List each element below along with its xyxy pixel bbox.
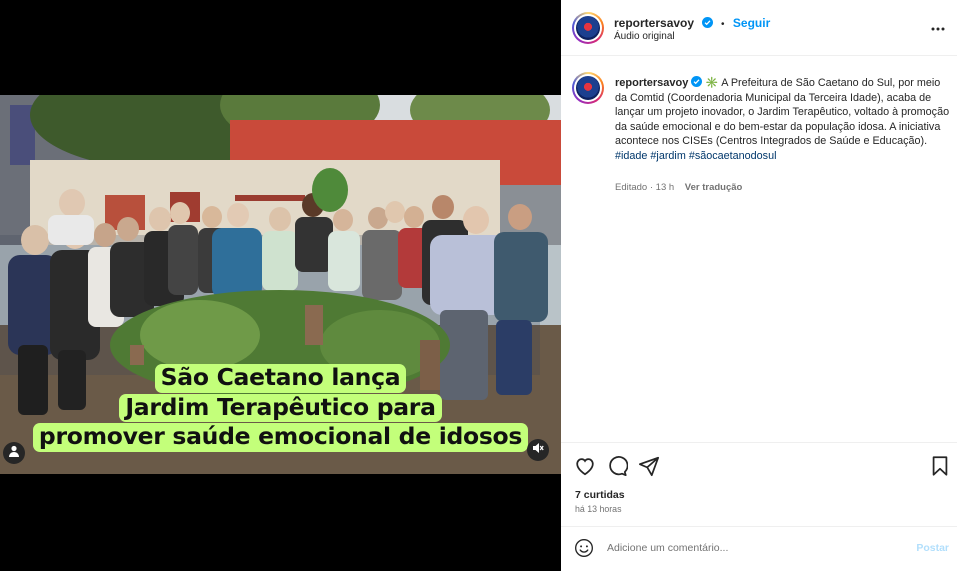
header-separator: • (720, 19, 725, 30)
sparkle-emoji: ✳️ (705, 77, 719, 89)
follow-button[interactable]: Seguir (733, 16, 770, 30)
user-icon (8, 444, 20, 462)
post-time[interactable]: há 13 horas (575, 504, 621, 514)
heart-icon[interactable] (574, 455, 596, 477)
edited-label: Editado · 13 h (615, 182, 675, 193)
hashtags[interactable]: #idade #jardim #sãocaetanodosul (615, 150, 776, 162)
avatar[interactable] (572, 12, 604, 44)
post-caption: reportersavoy ✳️ A Prefeitura de São Cae… (615, 76, 955, 164)
tagged-users-button[interactable] (3, 442, 25, 464)
likes-count[interactable]: 7 curtidas (575, 489, 625, 501)
emoji-picker-icon[interactable] (574, 538, 594, 563)
bookmark-icon[interactable] (929, 455, 951, 477)
post-header: reportersavoy • Seguir Áudio original (561, 0, 957, 56)
comment-input[interactable] (607, 542, 907, 554)
caption-line-3: promover saúde emocional de idosos (32, 423, 529, 452)
caption-line-1: São Caetano lança (154, 364, 407, 393)
verified-badge-icon (701, 15, 713, 28)
post-comment-button[interactable]: Postar (916, 542, 949, 554)
post-caption-section: reportersavoy ✳️ A Prefeitura de São Cae… (561, 57, 957, 443)
share-icon[interactable] (638, 455, 660, 477)
mute-toggle-button[interactable] (527, 439, 549, 461)
caption-avatar[interactable] (572, 72, 604, 104)
video-caption: São Caetano lança Jardim Terapêutico par… (0, 364, 561, 452)
action-bar (561, 455, 957, 477)
caption-username[interactable]: reportersavoy (615, 77, 688, 89)
more-options-button[interactable] (931, 18, 945, 36)
muted-speaker-icon (532, 441, 544, 459)
verified-badge-icon (691, 76, 703, 87)
more-dots-icon (931, 18, 945, 35)
caption-meta: Editado · 13 h Ver tradução (615, 182, 750, 193)
comment-box: Postar (561, 526, 957, 571)
header-user-line: reportersavoy • Seguir (614, 14, 770, 32)
translate-link[interactable]: Ver tradução (685, 182, 743, 193)
audio-label[interactable]: Áudio original (614, 31, 675, 42)
post-side-panel: reportersavoy • Seguir Áudio original re… (561, 0, 957, 571)
header-username[interactable]: reportersavoy (614, 16, 694, 30)
comment-icon[interactable] (606, 455, 629, 477)
caption-line-2: Jardim Terapêutico para (119, 393, 442, 422)
media-panel: São Caetano lança Jardim Terapêutico par… (0, 0, 561, 571)
